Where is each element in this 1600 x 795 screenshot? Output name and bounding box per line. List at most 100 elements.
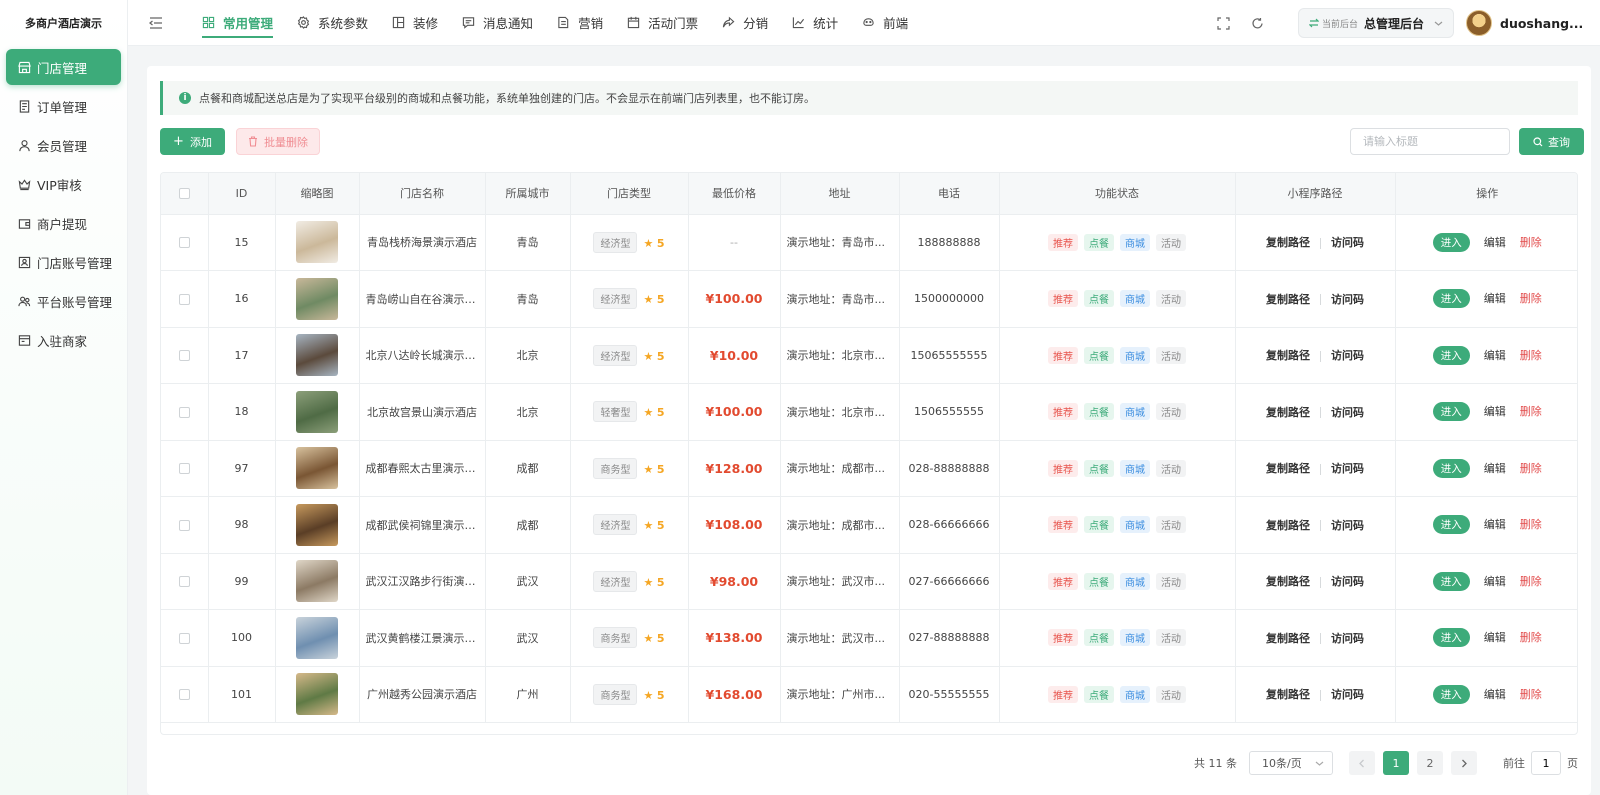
sidebar-item-3[interactable]: VIP审核 (6, 166, 121, 202)
tag-food[interactable]: 点餐 (1084, 346, 1114, 364)
fullscreen-icon[interactable] (1214, 13, 1234, 33)
tag-mall[interactable]: 商城 (1120, 572, 1150, 590)
tag-food[interactable]: 点餐 (1084, 572, 1114, 590)
delete-link[interactable]: 删除 (1520, 462, 1542, 475)
refresh-icon[interactable] (1248, 13, 1268, 33)
store-thumbnail[interactable] (296, 616, 338, 659)
row-checkbox[interactable] (178, 406, 190, 418)
tab-3[interactable]: 消息通知 (462, 0, 533, 46)
delete-link[interactable]: 删除 (1520, 631, 1542, 644)
copy-path-link[interactable]: 复制路径 (1266, 349, 1310, 362)
enter-button[interactable]: 进入 (1432, 628, 1470, 648)
tag-recommend[interactable]: 推荐 (1048, 459, 1078, 477)
tag-mall[interactable]: 商城 (1120, 290, 1150, 308)
edit-link[interactable]: 编辑 (1484, 518, 1506, 531)
sidebar-item-5[interactable]: 门店账号管理 (6, 244, 121, 280)
tag-activity[interactable]: 活动 (1156, 459, 1186, 477)
qrcode-link[interactable]: 访问码 (1331, 688, 1364, 701)
tag-food[interactable]: 点餐 (1084, 629, 1114, 647)
select-all-checkbox[interactable] (178, 188, 190, 200)
avatar[interactable] (1466, 10, 1492, 36)
tag-mall[interactable]: 商城 (1120, 459, 1150, 477)
tag-mall[interactable]: 商城 (1120, 403, 1150, 421)
delete-link[interactable]: 删除 (1520, 688, 1542, 701)
tab-0[interactable]: 常用管理 (202, 0, 274, 46)
tab-8[interactable]: 前端 (862, 0, 908, 46)
edit-link[interactable]: 编辑 (1484, 405, 1506, 418)
tag-mall[interactable]: 商城 (1120, 685, 1150, 703)
edit-link[interactable]: 编辑 (1484, 236, 1506, 249)
sidebar-item-1[interactable]: 订单管理 (6, 88, 121, 124)
qrcode-link[interactable]: 访问码 (1331, 519, 1364, 532)
next-page-button[interactable] (1451, 751, 1477, 775)
tab-6[interactable]: 分销 (722, 0, 768, 46)
backend-selector[interactable]: 当前后台 总管理后台 (1297, 8, 1454, 38)
copy-path-link[interactable]: 复制路径 (1266, 293, 1310, 306)
copy-path-link[interactable]: 复制路径 (1266, 236, 1310, 249)
enter-button[interactable]: 进入 (1432, 684, 1470, 704)
page-button-2[interactable]: 2 (1417, 751, 1443, 775)
tag-activity[interactable]: 活动 (1156, 233, 1186, 251)
delete-link[interactable]: 删除 (1520, 292, 1542, 305)
tag-recommend[interactable]: 推荐 (1048, 516, 1078, 534)
tab-4[interactable]: 营销 (557, 0, 603, 46)
edit-link[interactable]: 编辑 (1484, 292, 1506, 305)
store-thumbnail[interactable] (296, 673, 338, 716)
sidebar-item-7[interactable]: 入驻商家 (6, 322, 121, 358)
tag-activity[interactable]: 活动 (1156, 403, 1186, 421)
sidebar-item-0[interactable]: 门店管理 (6, 49, 121, 85)
tag-activity[interactable]: 活动 (1156, 290, 1186, 308)
qrcode-link[interactable]: 访问码 (1331, 349, 1364, 362)
search-input[interactable] (1350, 128, 1510, 155)
qrcode-link[interactable]: 访问码 (1331, 632, 1364, 645)
tab-5[interactable]: 活动门票 (627, 0, 698, 46)
tab-1[interactable]: 系统参数 (297, 0, 368, 46)
query-button[interactable]: 查询 (1519, 128, 1584, 155)
sidebar-item-2[interactable]: 会员管理 (6, 127, 121, 163)
qrcode-link[interactable]: 访问码 (1331, 406, 1364, 419)
tag-recommend[interactable]: 推荐 (1048, 290, 1078, 308)
tag-mall[interactable]: 商城 (1120, 629, 1150, 647)
tag-food[interactable]: 点餐 (1084, 290, 1114, 308)
enter-button[interactable]: 进入 (1432, 345, 1470, 365)
delete-link[interactable]: 删除 (1520, 349, 1542, 362)
store-thumbnail[interactable] (296, 560, 338, 603)
row-checkbox[interactable] (178, 632, 190, 644)
edit-link[interactable]: 编辑 (1484, 349, 1506, 362)
edit-link[interactable]: 编辑 (1484, 575, 1506, 588)
tab-7[interactable]: 统计 (792, 0, 838, 46)
copy-path-link[interactable]: 复制路径 (1266, 462, 1310, 475)
sidebar-item-4[interactable]: 商户提现 (6, 205, 121, 241)
goto-page-input[interactable] (1531, 751, 1561, 775)
tag-activity[interactable]: 活动 (1156, 629, 1186, 647)
qrcode-link[interactable]: 访问码 (1331, 236, 1364, 249)
row-checkbox[interactable] (178, 689, 190, 701)
page-size-select[interactable]: 10条/页 (1249, 751, 1333, 775)
copy-path-link[interactable]: 复制路径 (1266, 688, 1310, 701)
tag-food[interactable]: 点餐 (1084, 516, 1114, 534)
store-thumbnail[interactable] (296, 447, 338, 490)
add-button[interactable]: + 添加 (160, 128, 225, 155)
tab-2[interactable]: 装修 (392, 0, 438, 46)
tag-food[interactable]: 点餐 (1084, 685, 1114, 703)
store-thumbnail[interactable] (296, 277, 338, 320)
delete-link[interactable]: 删除 (1520, 236, 1542, 249)
edit-link[interactable]: 编辑 (1484, 631, 1506, 644)
tag-activity[interactable]: 活动 (1156, 685, 1186, 703)
page-button-1[interactable]: 1 (1383, 751, 1409, 775)
qrcode-link[interactable]: 访问码 (1331, 462, 1364, 475)
collapse-menu-icon[interactable] (146, 13, 166, 33)
enter-button[interactable]: 进入 (1432, 289, 1470, 309)
row-checkbox[interactable] (178, 293, 190, 305)
tag-recommend[interactable]: 推荐 (1048, 403, 1078, 421)
row-checkbox[interactable] (178, 519, 190, 531)
edit-link[interactable]: 编辑 (1484, 462, 1506, 475)
tag-mall[interactable]: 商城 (1120, 346, 1150, 364)
delete-link[interactable]: 删除 (1520, 575, 1542, 588)
enter-button[interactable]: 进入 (1432, 515, 1470, 535)
store-thumbnail[interactable] (296, 503, 338, 546)
edit-link[interactable]: 编辑 (1484, 688, 1506, 701)
store-thumbnail[interactable] (296, 390, 338, 433)
tag-mall[interactable]: 商城 (1120, 516, 1150, 534)
store-thumbnail[interactable] (296, 221, 338, 264)
